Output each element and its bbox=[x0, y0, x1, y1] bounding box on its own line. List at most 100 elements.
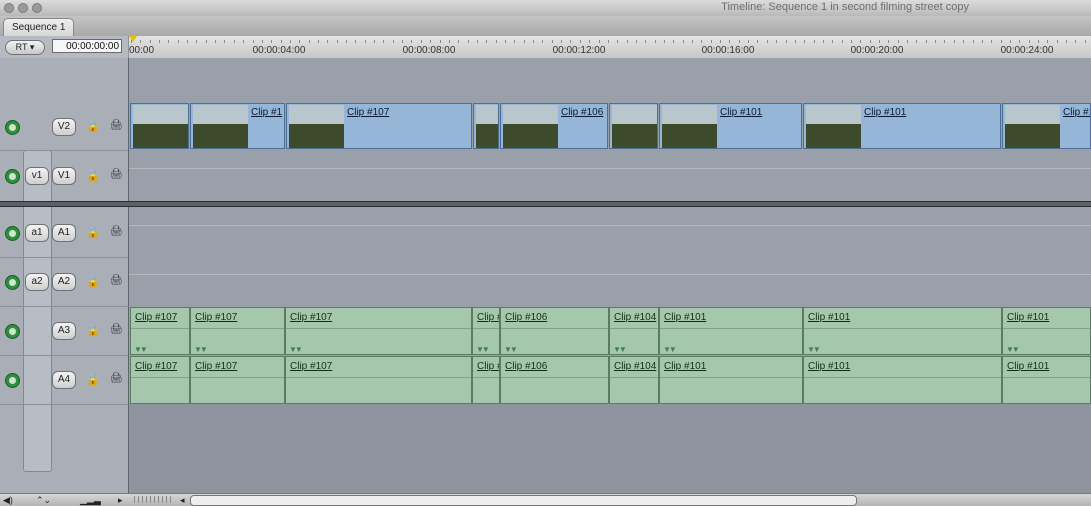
audio-clip[interactable]: Clip #107 bbox=[190, 356, 285, 404]
ruler-tick bbox=[767, 40, 768, 43]
ruler-label: 00:00:12:00 bbox=[552, 45, 606, 56]
source-patch-a1[interactable]: a1 bbox=[25, 224, 49, 242]
audio-clip[interactable]: Clip #101 bbox=[803, 356, 1002, 404]
audio-toggle-icon[interactable]: ◀) bbox=[3, 494, 13, 506]
video-clip[interactable]: Clip #1 bbox=[1002, 103, 1091, 149]
ruler-tick bbox=[842, 40, 843, 43]
ruler-tick bbox=[851, 40, 852, 43]
lock-icon[interactable]: 🔒 bbox=[86, 120, 100, 133]
auto-select-icon[interactable]: 🖨 bbox=[110, 373, 123, 384]
audio-clip[interactable]: Clip #101 bbox=[659, 356, 803, 404]
video-clip[interactable]: Clip #107 bbox=[286, 103, 472, 149]
audio-clip[interactable]: Clip #107 bbox=[285, 356, 472, 404]
audio-clip[interactable]: Clip #107 ▼▼ bbox=[285, 307, 472, 355]
track-height-icon[interactable]: ▁▂▃ bbox=[80, 494, 101, 506]
track-area-v1[interactable] bbox=[129, 150, 1091, 202]
video-clip[interactable] bbox=[130, 103, 189, 149]
ruler-tick bbox=[346, 40, 347, 43]
dest-patch-a2[interactable]: A2 bbox=[52, 273, 76, 291]
video-clip[interactable]: Clip #106 bbox=[500, 103, 608, 149]
window-title: Timeline: Sequence 1 in second filming s… bbox=[721, 1, 969, 13]
speaker-icon[interactable] bbox=[5, 324, 20, 339]
ruler-tick bbox=[262, 40, 263, 43]
source-patch-a2[interactable]: a2 bbox=[25, 273, 49, 291]
auto-select-icon[interactable]: 🖨 bbox=[110, 324, 123, 335]
speaker-icon[interactable] bbox=[5, 373, 20, 388]
audio-clip[interactable]: Clip #106 ▼▼ bbox=[500, 307, 609, 355]
scroll-left-icon[interactable]: ◂ bbox=[180, 494, 185, 506]
ruler-tick bbox=[309, 40, 310, 43]
lock-icon[interactable]: 🔒 bbox=[86, 373, 100, 386]
auto-select-icon[interactable]: 🖨 bbox=[110, 169, 123, 180]
track-area-empty-bottom bbox=[129, 404, 1091, 494]
clip-overlays-icon[interactable]: ⌃⌄ bbox=[36, 494, 51, 506]
ruler-tick bbox=[318, 40, 319, 43]
zoom-slider[interactable] bbox=[134, 496, 174, 503]
ruler-tick bbox=[243, 40, 244, 43]
audio-clip[interactable]: Clip #104 bbox=[609, 356, 659, 404]
video-clip[interactable]: Clip #101 bbox=[659, 103, 802, 149]
ruler-tick bbox=[327, 40, 328, 43]
audio-clip[interactable]: Clip #101 ▼▼ bbox=[659, 307, 803, 355]
ruler-tick bbox=[552, 40, 553, 43]
dest-patch-v2[interactable]: V2 bbox=[52, 118, 76, 136]
auto-select-icon[interactable]: 🖨 bbox=[110, 226, 123, 237]
auto-select-icon[interactable]: 🖨 bbox=[110, 275, 123, 286]
video-clip[interactable] bbox=[473, 103, 499, 149]
horizontal-scrollbar[interactable] bbox=[190, 495, 857, 506]
ruler-tick bbox=[664, 40, 665, 43]
timecode-ruler[interactable]: 00:00 00:00:04:00 00:00:08:00 00:00:12:0… bbox=[129, 36, 1091, 59]
video-clip[interactable]: Clip #1 bbox=[190, 103, 285, 149]
ruler-tick bbox=[589, 40, 590, 43]
timecode-field[interactable]: 00:00:00:00 bbox=[52, 39, 122, 53]
audio-clip[interactable]: Clip #101 bbox=[1002, 356, 1091, 404]
track-area-a1[interactable] bbox=[129, 207, 1091, 258]
audio-clip[interactable]: Clip # bbox=[472, 356, 500, 404]
video-clip[interactable] bbox=[609, 103, 658, 149]
lock-icon[interactable]: 🔒 bbox=[86, 324, 100, 337]
eye-icon[interactable] bbox=[5, 120, 20, 135]
ruler-tick bbox=[355, 40, 356, 43]
clip-name: Clip #104 bbox=[614, 312, 657, 323]
dest-patch-v1[interactable]: V1 bbox=[52, 167, 76, 185]
track-row-v1: v1 V1 🔒 🖨 bbox=[0, 150, 128, 202]
audio-clip[interactable]: Clip #106 bbox=[500, 356, 609, 404]
ruler-label: 00:00:20:00 bbox=[850, 45, 904, 56]
clip-name: Clip #101 bbox=[808, 361, 851, 372]
audio-clip[interactable]: Clip #101 ▼▼ bbox=[1002, 307, 1091, 355]
auto-select-icon[interactable]: 🖨 bbox=[110, 120, 123, 131]
clip-name: Clip #107 bbox=[347, 107, 390, 118]
clip-name: Clip #107 bbox=[195, 361, 238, 372]
audio-clip[interactable]: Clip #104 ▼▼ bbox=[609, 307, 659, 355]
speaker-icon[interactable] bbox=[5, 226, 20, 241]
tab-sequence-1[interactable]: Sequence 1 bbox=[3, 18, 75, 37]
ruler-tick bbox=[224, 40, 225, 43]
audio-clip[interactable]: Clip #107 ▼▼ bbox=[190, 307, 285, 355]
lock-icon[interactable]: 🔒 bbox=[86, 275, 100, 288]
ruler-tick bbox=[430, 40, 431, 43]
dest-patch-a1[interactable]: A1 bbox=[52, 224, 76, 242]
scroll-right-icon[interactable]: ▸ bbox=[118, 494, 123, 506]
dest-patch-a4[interactable]: A4 bbox=[52, 371, 76, 389]
ruler-tick bbox=[393, 40, 394, 43]
audio-clip[interactable]: Clip #107 ▼▼ bbox=[130, 307, 190, 355]
ruler-tick bbox=[505, 40, 506, 43]
lock-icon[interactable]: 🔒 bbox=[86, 226, 100, 239]
lock-icon[interactable]: 🔒 bbox=[86, 169, 100, 182]
audio-clip[interactable]: Clip #101 ▼▼ bbox=[803, 307, 1002, 355]
speaker-icon[interactable] bbox=[5, 275, 20, 290]
dest-patch-a3[interactable]: A3 bbox=[52, 322, 76, 340]
audio-clip[interactable]: Clip #▼▼ bbox=[472, 307, 500, 355]
ruler-tick bbox=[496, 40, 497, 43]
clip-thumbnail bbox=[662, 105, 717, 148]
ruler-tick bbox=[411, 40, 412, 43]
video-clip[interactable]: Clip #101 bbox=[803, 103, 1001, 149]
track-area-a2[interactable] bbox=[129, 257, 1091, 307]
ruler-tick bbox=[281, 40, 282, 43]
eye-icon[interactable] bbox=[5, 169, 20, 184]
playhead-icon[interactable] bbox=[129, 36, 137, 42]
source-patch-v1[interactable]: v1 bbox=[25, 167, 49, 185]
ruler-label: 00:00:24:00 bbox=[1000, 45, 1054, 56]
rt-menu-button[interactable]: RT ▾ bbox=[5, 40, 45, 55]
audio-clip[interactable]: Clip #107 bbox=[130, 356, 190, 404]
